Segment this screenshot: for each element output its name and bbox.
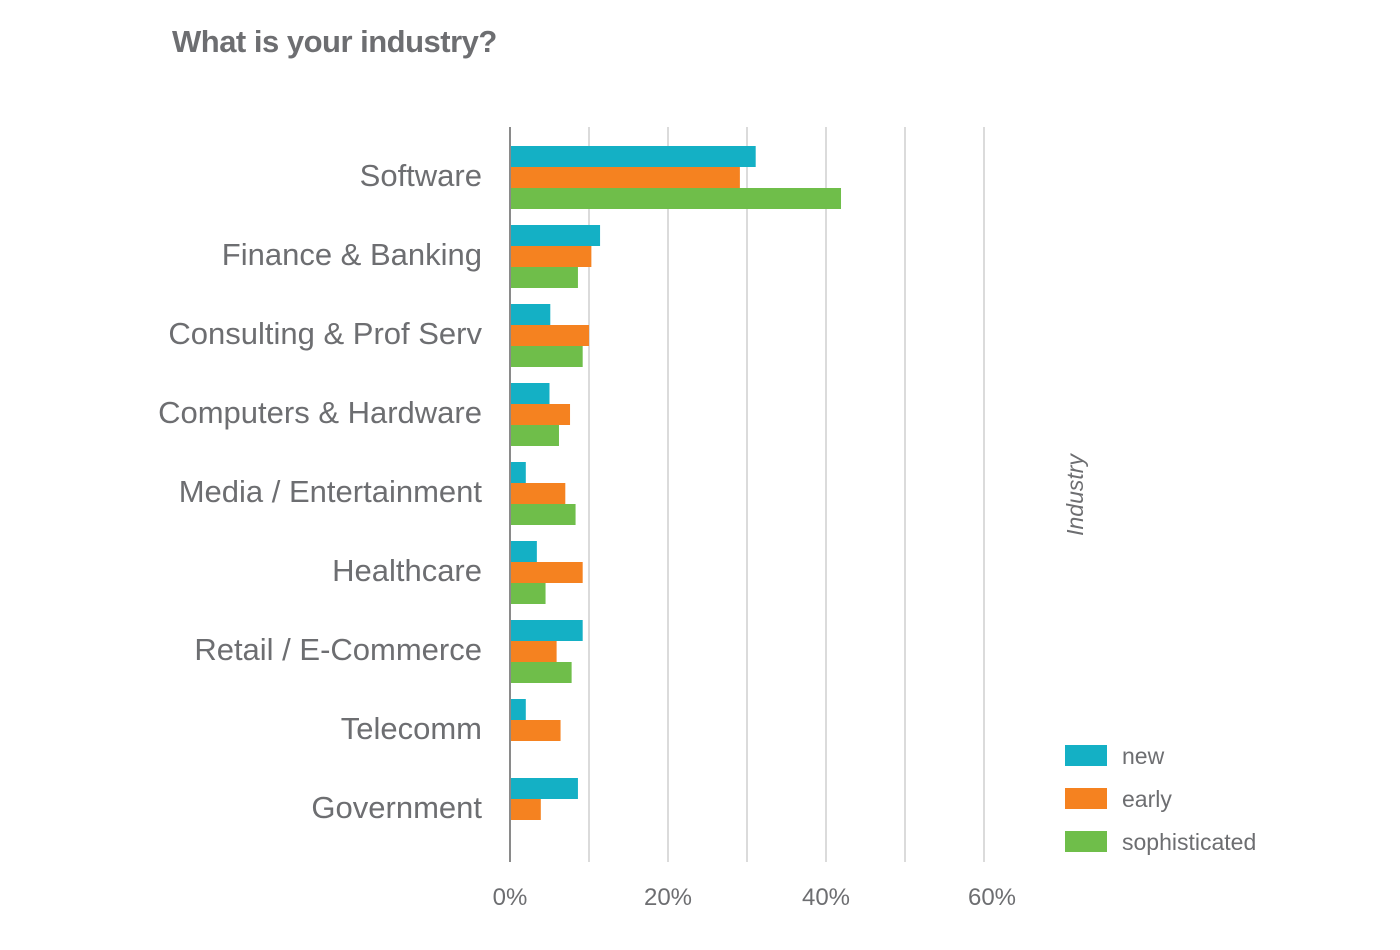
category-label-government: Government [311,790,482,825]
legend-swatch-early [1065,788,1107,809]
bar-telecomm-new [510,699,526,720]
bar-computers-hardware-new [510,383,550,404]
category-label-media-entertainment: Media / Entertainment [179,474,483,509]
bar-software-early [510,167,740,188]
category-label-retail-e-commerce: Retail / E-Commerce [194,632,482,667]
bar-retail-e-commerce-sophisticated [510,662,572,683]
bar-healthcare-new [510,541,537,562]
bar-computers-hardware-early [510,404,571,425]
bar-healthcare-early [510,562,583,583]
bar-computers-hardware-sophisticated [510,425,559,446]
bar-finance-banking-new [510,225,601,246]
grid-layer [588,127,985,862]
bar-media-entertainment-sophisticated [510,504,576,525]
category-label-consulting-prof-serv: Consulting & Prof Serv [168,316,482,351]
bar-consulting-prof-serv-early [510,325,589,346]
legend-label-new: new [1122,743,1165,769]
x-tick-label-40: 40% [802,884,850,911]
category-label-telecomm: Telecomm [341,711,482,746]
legend-label-sophisticated: sophisticated [1122,829,1256,855]
x-tick-label-20: 20% [644,884,692,911]
bar-retail-e-commerce-early [510,641,557,662]
y-axis-title: Industry [1062,453,1088,536]
category-label-software: Software [360,158,482,193]
x-tick-labels: 0% 20% 40% 60% [493,884,1016,911]
x-tick-label-0: 0% [493,884,528,911]
bar-consulting-prof-serv-new [510,304,551,325]
category-label-healthcare: Healthcare [332,553,482,588]
bar-media-entertainment-early [510,483,566,504]
bar-software-new [510,146,756,167]
bar-finance-banking-early [510,246,592,267]
bar-telecomm-early [510,720,561,741]
legend-swatch-sophisticated [1065,831,1107,852]
category-label-finance-banking: Finance & Banking [222,237,482,272]
legend: new early sophisticated [1065,743,1256,855]
x-tick-label-60: 60% [968,884,1016,911]
bar-retail-e-commerce-new [510,620,583,641]
bar-software-sophisticated [510,188,842,209]
bar-government-early [510,799,541,820]
category-label-computers-hardware: Computers & Hardware [158,395,482,430]
category-labels: Software Finance & Banking Consulting & Pr… [158,158,482,825]
bar-healthcare-sophisticated [510,583,546,604]
bar-consulting-prof-serv-sophisticated [510,346,583,367]
bar-finance-banking-sophisticated [510,267,578,288]
bar-government-new [510,778,578,799]
legend-swatch-new [1065,745,1107,766]
legend-label-early: early [1122,786,1172,812]
bar-media-entertainment-new [510,462,526,483]
chart-svg: Software Finance & Banking Consulting & Pr… [158,127,1256,911]
bar-layer [509,127,842,862]
